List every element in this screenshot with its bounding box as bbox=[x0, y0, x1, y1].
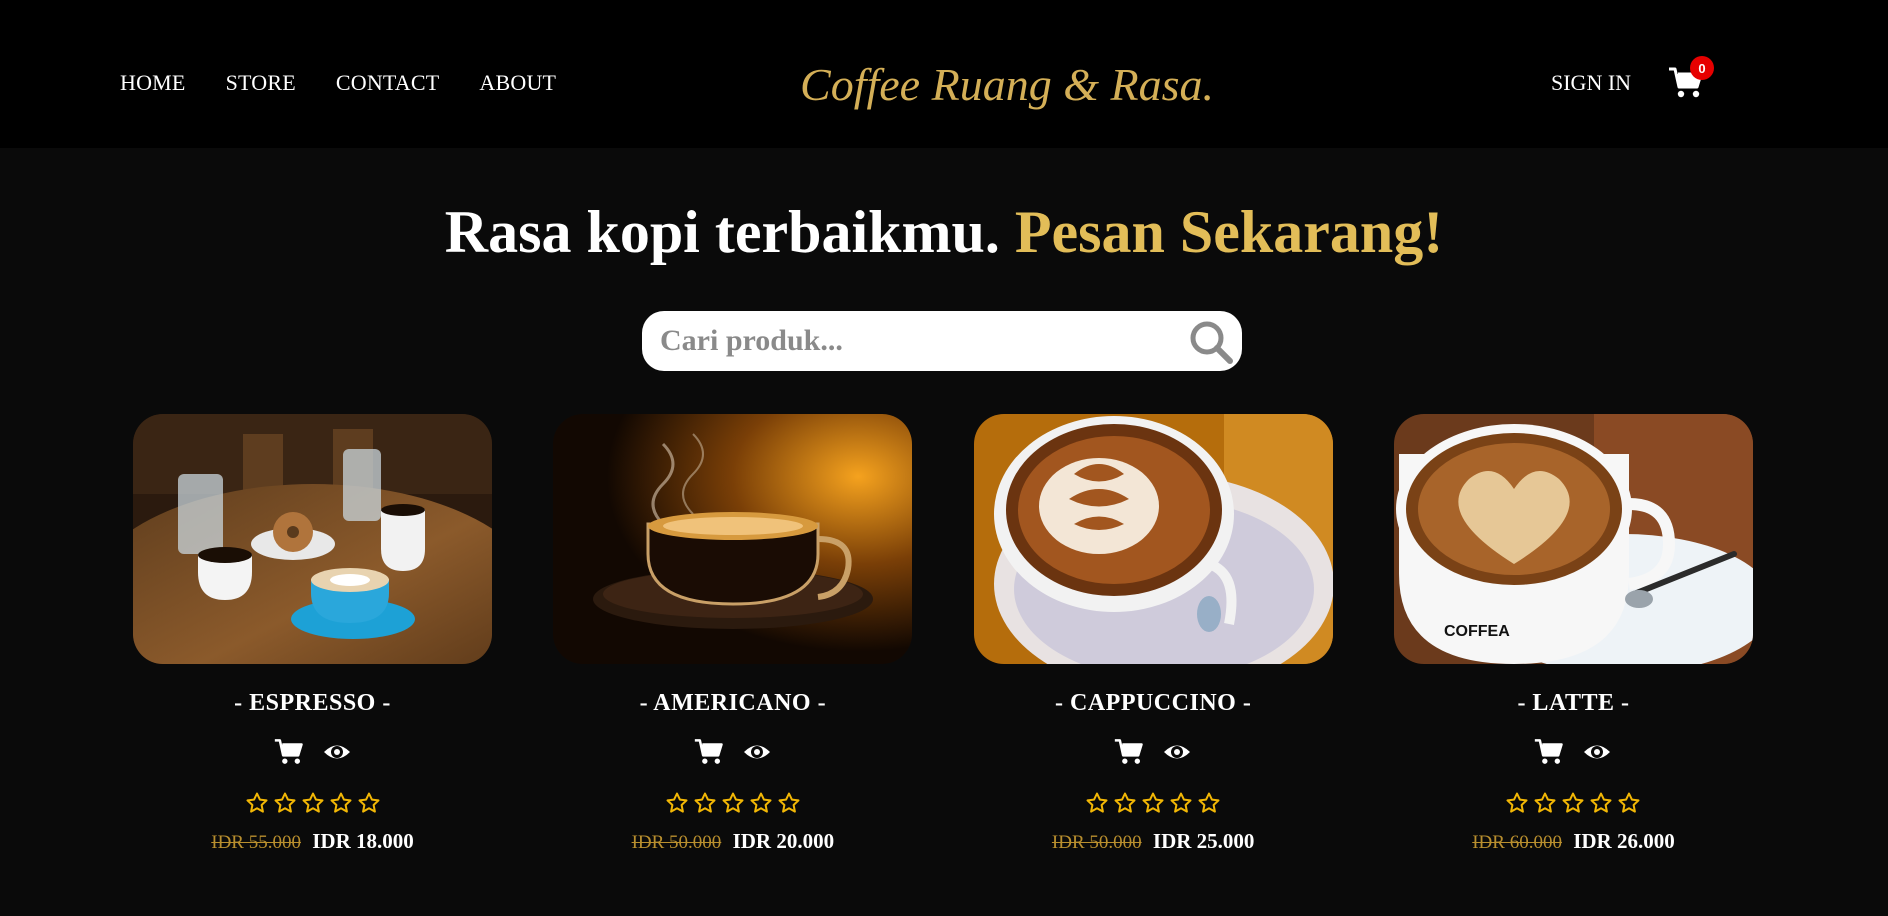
search-bar bbox=[642, 311, 1242, 371]
product-card: - ESPRESSO - IDR 55.000 IDR 18.000 bbox=[133, 414, 492, 854]
product-actions bbox=[553, 737, 912, 767]
star-icon[interactable] bbox=[1113, 791, 1137, 815]
add-to-cart-button[interactable] bbox=[274, 737, 304, 767]
hero-accent: Pesan Sekarang! bbox=[1014, 199, 1444, 265]
product-actions bbox=[133, 737, 492, 767]
product-price: IDR 55.000 IDR 18.000 bbox=[133, 829, 492, 854]
star-icon[interactable] bbox=[1589, 791, 1613, 815]
cart-count-badge: 0 bbox=[1690, 56, 1714, 80]
star-icon[interactable] bbox=[329, 791, 353, 815]
product-rating[interactable] bbox=[553, 791, 912, 815]
sale-price: IDR 18.000 bbox=[312, 829, 414, 853]
svg-text:COFFEA: COFFEA bbox=[1444, 623, 1510, 640]
hero-heading: Rasa kopi terbaikmu. Pesan Sekarang! bbox=[0, 198, 1888, 267]
product-rating[interactable] bbox=[974, 791, 1333, 815]
product-card: - CAPPUCCINO - IDR 50.000 IDR 25.000 bbox=[973, 414, 1333, 854]
cart-icon bbox=[1535, 739, 1564, 764]
cart-icon bbox=[1114, 739, 1143, 764]
star-icon[interactable] bbox=[777, 791, 801, 815]
add-to-cart-button[interactable] bbox=[694, 737, 724, 767]
original-price: IDR 60.000 bbox=[1472, 832, 1562, 853]
view-detail-button[interactable] bbox=[1162, 737, 1192, 767]
view-detail-button[interactable] bbox=[322, 737, 352, 767]
star-icon[interactable] bbox=[1561, 791, 1585, 815]
product-grid: - ESPRESSO - IDR 55.000 IDR 18.000 - AME… bbox=[133, 414, 1753, 854]
sign-in-link[interactable]: SIGN IN bbox=[1551, 70, 1631, 96]
product-price: IDR 50.000 IDR 20.000 bbox=[553, 829, 912, 854]
star-icon[interactable] bbox=[357, 791, 381, 815]
search-button[interactable] bbox=[1188, 319, 1234, 365]
product-name: - ESPRESSO - bbox=[234, 690, 391, 716]
star-icon[interactable] bbox=[1085, 791, 1109, 815]
top-navbar: HOME STORE CONTACT ABOUT Coffee Ruang & … bbox=[0, 0, 1888, 148]
product-rating[interactable] bbox=[133, 791, 492, 815]
product-actions bbox=[1394, 737, 1753, 767]
search-input[interactable] bbox=[660, 321, 1160, 361]
star-icon[interactable] bbox=[1197, 791, 1221, 815]
star-icon[interactable] bbox=[749, 791, 773, 815]
star-icon[interactable] bbox=[245, 791, 269, 815]
original-price: IDR 55.000 bbox=[211, 832, 301, 853]
product-name: - CAPPUCCINO - bbox=[1055, 690, 1252, 716]
add-to-cart-button[interactable] bbox=[1534, 737, 1564, 767]
star-icon[interactable] bbox=[1505, 791, 1529, 815]
star-icon[interactable] bbox=[1617, 791, 1641, 815]
star-icon[interactable] bbox=[1533, 791, 1557, 815]
star-icon[interactable] bbox=[301, 791, 325, 815]
eye-icon bbox=[1584, 745, 1611, 759]
product-image-americano[interactable] bbox=[553, 414, 913, 664]
cart-icon bbox=[694, 739, 723, 764]
original-price: IDR 50.000 bbox=[631, 832, 722, 853]
product-rating[interactable] bbox=[1394, 791, 1753, 815]
product-name: - LATTE - bbox=[1517, 690, 1630, 716]
product-image-espresso[interactable] bbox=[133, 414, 492, 664]
product-actions bbox=[974, 737, 1333, 767]
star-icon[interactable] bbox=[721, 791, 745, 815]
product-name: - AMERICANO - bbox=[639, 690, 827, 716]
sale-price: IDR 20.000 bbox=[732, 829, 835, 853]
hero-title: Rasa kopi terbaikmu. bbox=[444, 199, 1000, 265]
view-detail-button[interactable] bbox=[742, 737, 772, 767]
sale-price: IDR 26.000 bbox=[1573, 829, 1675, 853]
eye-icon bbox=[1164, 745, 1191, 759]
star-icon[interactable] bbox=[665, 791, 689, 815]
product-price: IDR 60.000 IDR 26.000 bbox=[1394, 829, 1753, 854]
add-to-cart-button[interactable] bbox=[1114, 737, 1144, 767]
sale-price: IDR 25.000 bbox=[1152, 829, 1255, 853]
product-card: COFFEA - LATTE - IDR 60.000 IDR 26.000 bbox=[1393, 414, 1753, 854]
star-icon[interactable] bbox=[1169, 791, 1193, 815]
view-detail-button[interactable] bbox=[1582, 737, 1612, 767]
cart-icon bbox=[274, 739, 303, 764]
eye-icon bbox=[323, 745, 350, 759]
search-icon bbox=[1190, 321, 1233, 364]
eye-icon bbox=[743, 745, 770, 759]
original-price: IDR 50.000 bbox=[1051, 832, 1142, 853]
product-card: - AMERICANO - IDR 50.000 IDR 20.000 bbox=[553, 414, 913, 854]
product-image-latte[interactable]: COFFEA bbox=[1393, 414, 1753, 664]
star-icon[interactable] bbox=[693, 791, 717, 815]
star-icon[interactable] bbox=[273, 791, 297, 815]
product-image-cappuccino[interactable] bbox=[973, 414, 1333, 664]
product-price: IDR 50.000 IDR 25.000 bbox=[974, 829, 1333, 854]
star-icon[interactable] bbox=[1141, 791, 1165, 815]
